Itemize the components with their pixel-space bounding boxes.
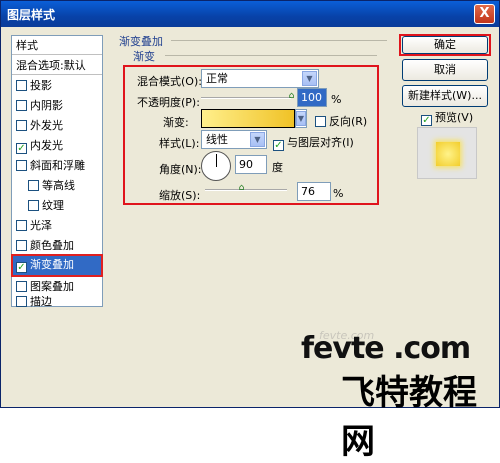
style-preview — [417, 127, 477, 179]
sidebar-item-label: 图案叠加 — [30, 280, 74, 293]
sidebar-item-stroke[interactable]: 描边 — [12, 296, 102, 308]
sidebar-item-label: 内阴影 — [30, 99, 63, 112]
sidebar-item-label: 投影 — [30, 79, 52, 92]
angle-label: 角度(N): — [159, 163, 202, 176]
sidebar-item-label: 渐变叠加 — [30, 258, 74, 271]
sidebar-item-outer-glow[interactable]: 外发光 — [12, 116, 102, 135]
angle-dial-icon[interactable] — [201, 151, 231, 181]
chevron-down-icon[interactable]: ▼ — [250, 132, 265, 147]
chevron-down-icon[interactable]: ▼ — [296, 111, 306, 126]
checkbox-checked[interactable]: ✓ — [421, 115, 432, 126]
sidebar-header-styles[interactable]: 样式 — [12, 36, 102, 55]
style-select[interactable]: 线性 ▼ — [201, 130, 267, 149]
new-style-button[interactable]: 新建样式(W)... — [402, 85, 488, 107]
blend-mode-label: 混合模式(O): — [137, 75, 202, 88]
sidebar-item-color-overlay[interactable]: 颜色叠加 — [12, 236, 102, 255]
ok-button[interactable]: 确定 — [402, 36, 488, 54]
checkbox[interactable] — [16, 220, 27, 231]
sidebar-item-contour[interactable]: 等高线 — [12, 176, 102, 195]
group-divider — [165, 55, 377, 56]
group-title: 渐变 — [133, 50, 155, 63]
sidebar-item-label: 光泽 — [30, 219, 52, 232]
align-label: 与图层对齐(I) — [287, 136, 354, 149]
layer-style-dialog: 图层样式 X 样式 混合选项:默认 投影 内阴影 外发光 ✓ 内发光 斜面和浮雕 … — [0, 0, 500, 462]
opacity-input[interactable]: 100 — [297, 88, 327, 107]
degree-unit: 度 — [272, 161, 283, 174]
preview-swatch — [436, 142, 460, 166]
section-divider — [171, 40, 387, 41]
sidebar-item-label: 等高线 — [42, 179, 75, 192]
checkbox[interactable] — [16, 240, 27, 251]
close-button[interactable]: X — [474, 4, 495, 24]
checkbox[interactable] — [16, 160, 27, 171]
sidebar-item-label: 描边 — [30, 296, 52, 308]
angle-input[interactable]: 90 — [235, 155, 267, 174]
chevron-down-icon[interactable]: ▼ — [302, 71, 317, 86]
opacity-slider[interactable] — [201, 97, 291, 99]
title-bar[interactable]: 图层样式 X — [1, 1, 499, 27]
sidebar-item-satin[interactable]: 光泽 — [12, 216, 102, 235]
checkbox[interactable] — [16, 281, 27, 292]
watermark-line2: 飞特教程网 — [341, 373, 477, 462]
watermark-line1: fevte .com — [301, 331, 471, 366]
checkbox[interactable] — [28, 180, 39, 191]
window-title: 图层样式 — [7, 8, 56, 22]
cancel-button[interactable]: 取消 — [402, 59, 488, 81]
sidebar-item-texture[interactable]: 纹理 — [12, 196, 102, 215]
checkbox[interactable] — [16, 80, 27, 91]
checkbox[interactable] — [16, 120, 27, 131]
sidebar-item-blend-options[interactable]: 混合选项:默认 — [12, 56, 102, 75]
preview-label: 预览(V) — [435, 111, 474, 124]
checkbox-checked[interactable]: ✓ — [16, 262, 27, 273]
sidebar-item-inner-glow[interactable]: ✓ 内发光 — [12, 136, 102, 155]
checkbox[interactable] — [16, 100, 27, 111]
sidebar-item-label: 颜色叠加 — [30, 239, 74, 252]
sidebar-item-label: 内发光 — [30, 139, 63, 152]
reverse-checkbox-row[interactable]: 反向(R) — [315, 113, 367, 129]
style-label: 样式(L): — [159, 137, 200, 150]
checkbox[interactable] — [315, 116, 326, 127]
angle-dial-hand — [216, 154, 217, 167]
checkbox[interactable] — [28, 200, 39, 211]
preview-checkbox-row[interactable]: ✓ 预览(V) — [421, 109, 473, 126]
sidebar-item-label: 纹理 — [42, 199, 64, 212]
scale-percent: % — [333, 187, 344, 200]
blend-mode-select[interactable]: 正常 ▼ — [201, 69, 319, 88]
sidebar-item-label: 外发光 — [30, 119, 63, 132]
gradient-picker-dropdown[interactable]: ▼ — [295, 109, 307, 128]
opacity-label: 不透明度(P): — [137, 96, 200, 109]
blend-mode-value: 正常 — [206, 72, 228, 85]
checkbox-checked[interactable]: ✓ — [16, 143, 27, 154]
scale-label: 缩放(S): — [159, 189, 201, 202]
style-value: 线性 — [206, 133, 228, 146]
checkbox-checked[interactable]: ✓ — [273, 140, 284, 151]
opacity-percent: % — [331, 93, 342, 106]
sidebar-item-pattern-overlay[interactable]: 图案叠加 — [12, 277, 102, 296]
sidebar-item-inner-shadow[interactable]: 内阴影 — [12, 96, 102, 115]
gradient-label: 渐变: — [163, 116, 189, 129]
sidebar-item-drop-shadow[interactable]: 投影 — [12, 76, 102, 95]
reverse-label: 反向(R) — [329, 115, 368, 128]
slider-thumb-icon[interactable]: ⌂ — [237, 184, 246, 193]
section-title: 渐变叠加 — [119, 35, 163, 48]
gradient-swatch[interactable] — [201, 109, 295, 128]
slider-thumb-icon[interactable]: ⌂ — [287, 92, 296, 101]
sidebar-item-bevel-emboss[interactable]: 斜面和浮雕 — [12, 156, 102, 175]
sidebar-item-gradient-overlay[interactable]: ✓ 渐变叠加 — [11, 254, 103, 277]
style-list: 样式 混合选项:默认 投影 内阴影 外发光 ✓ 内发光 斜面和浮雕 等高线 纹理 … — [11, 35, 103, 308]
scale-slider[interactable] — [205, 189, 287, 191]
sidebar-item-label: 斜面和浮雕 — [30, 159, 85, 172]
align-checkbox-row[interactable]: ✓ 与图层对齐(I) — [273, 134, 354, 151]
scale-input[interactable]: 76 — [297, 182, 331, 201]
checkbox[interactable] — [16, 296, 27, 307]
